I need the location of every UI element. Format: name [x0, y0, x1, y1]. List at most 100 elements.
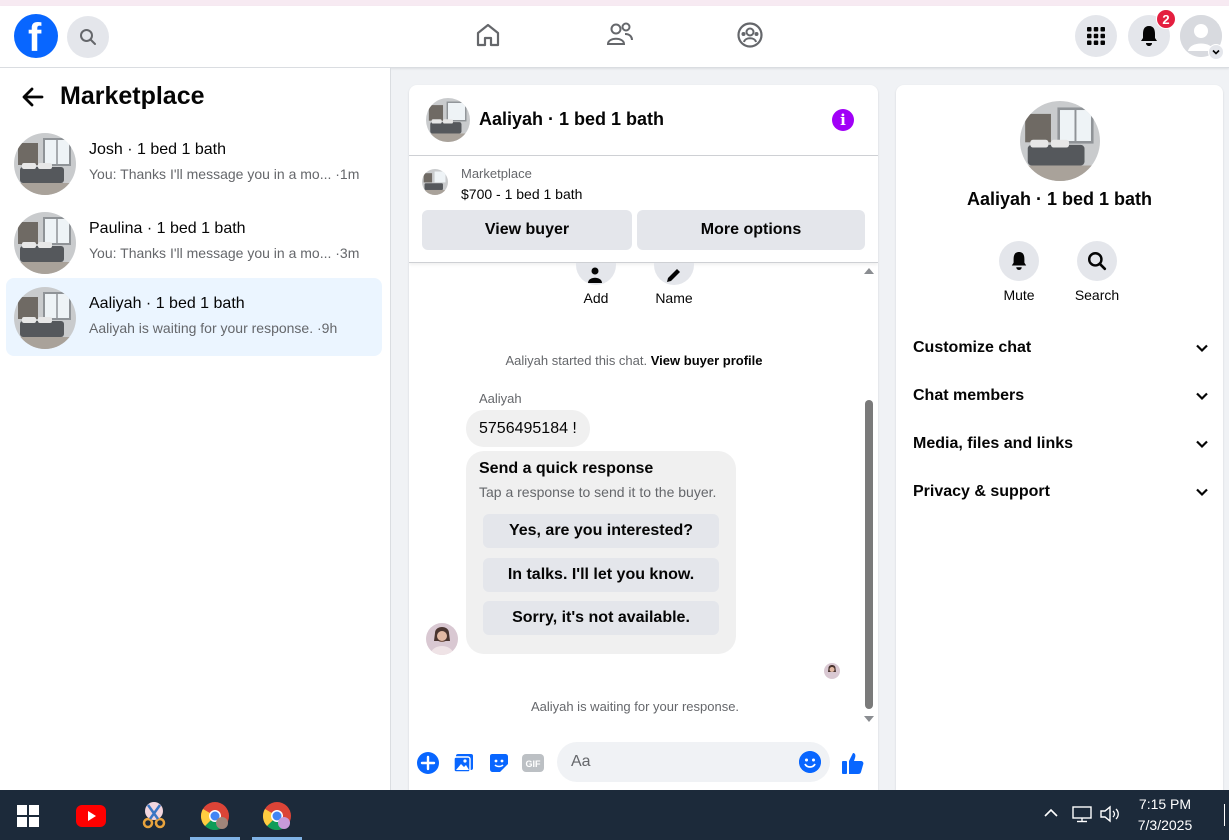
menu-button[interactable]	[1075, 15, 1117, 57]
section-media-files-links[interactable]: Media, files and links	[913, 429, 1209, 459]
section-customize-chat[interactable]: Customize chat	[913, 333, 1209, 363]
youtube-app[interactable]	[75, 800, 107, 832]
quick-response-option[interactable]: In talks. I'll let you know.	[483, 558, 719, 592]
snipping-tool-app[interactable]	[138, 800, 170, 832]
search-icon	[80, 29, 96, 45]
chat-avatar[interactable]	[426, 98, 470, 142]
back-arrow-icon[interactable]	[20, 84, 46, 110]
chevron-down-icon	[1196, 392, 1208, 401]
marketplace-inbox-sidebar: Marketplace Josh · 1 bed 1 bath You: Tha…	[0, 68, 391, 790]
add-person-icon	[588, 267, 602, 283]
conversation-title: Josh · 1 bed 1 bath	[89, 141, 226, 158]
chrome-icon	[263, 802, 291, 831]
listing-avatar	[14, 287, 76, 349]
chrome-app-2[interactable]	[261, 800, 293, 832]
facebook-logo[interactable]: f	[14, 14, 58, 60]
youtube-icon	[76, 805, 106, 827]
add-action[interactable]: Add	[566, 263, 626, 306]
section-chat-members[interactable]: Chat members	[913, 381, 1209, 411]
listing-price[interactable]: $700 - 1 bed 1 bath	[461, 186, 582, 202]
details-title: Aaliyah · 1 bed 1 bath	[966, 189, 1153, 209]
name-action[interactable]: Name	[644, 263, 704, 306]
conversation-item-josh[interactable]: Josh · 1 bed 1 bath You: Thanks I'll mes…	[6, 124, 382, 202]
clock-time: 7:15 PM	[1138, 796, 1192, 812]
scroll-down-arrow[interactable]	[864, 716, 874, 722]
scissors-icon	[142, 802, 166, 829]
network-icon[interactable]	[1071, 805, 1093, 823]
conversation-item-paulina[interactable]: Paulina · 1 bed 1 bath You: Thanks I'll …	[6, 203, 382, 281]
quick-response-subtitle: Tap a response to send it to the buyer.	[479, 484, 717, 500]
gif-icon: GIF	[522, 754, 544, 772]
chat-details-panel: Aaliyah · 1 bed 1 bath Mute Search Custo…	[896, 85, 1223, 790]
quick-response-option[interactable]: Sorry, it's not available.	[483, 601, 719, 635]
scroll-up-arrow[interactable]	[864, 268, 874, 274]
chrome-icon	[201, 802, 229, 831]
friends-tab[interactable]	[605, 20, 635, 50]
chevron-down-icon	[1196, 440, 1208, 449]
thread-scrollbar[interactable]	[862, 263, 874, 726]
section-privacy-support[interactable]: Privacy & support	[913, 477, 1209, 507]
mute-action[interactable]: Mute	[989, 241, 1049, 303]
listing-thumbnail[interactable]	[422, 169, 448, 195]
info-icon[interactable]: i	[832, 109, 854, 131]
account-dropdown[interactable]	[1208, 44, 1224, 60]
scroll-thumb[interactable]	[865, 400, 873, 709]
view-buyer-button[interactable]: View buyer	[422, 210, 632, 250]
chat-header: Aaliyah · 1 bed 1 bath i	[409, 85, 878, 156]
chevron-down-icon	[1196, 344, 1208, 353]
quick-response-title: Send a quick response	[479, 460, 654, 477]
mute-label: Mute	[1003, 287, 1035, 303]
search-button[interactable]	[67, 16, 109, 58]
quick-response-option[interactable]: Yes, are you interested?	[483, 514, 719, 548]
clock-date: 7/3/2025	[1137, 817, 1193, 833]
bell-icon	[1141, 26, 1157, 46]
plus-circle-icon	[417, 752, 439, 774]
sticker-icon	[490, 754, 508, 772]
plus-button[interactable]	[416, 751, 440, 775]
sender-avatar[interactable]	[426, 623, 458, 655]
conversation-item-aaliyah[interactable]: Aaliyah · 1 bed 1 bath Aaliyah is waitin…	[6, 278, 382, 356]
listing-avatar	[14, 133, 76, 195]
listing-source-label: Marketplace	[461, 166, 532, 181]
volume-icon[interactable]	[1099, 805, 1121, 823]
message-thread: Add Name Aaliyah started this chat. View…	[409, 263, 878, 726]
windows-logo-icon	[17, 805, 39, 827]
chevron-down-icon	[1212, 49, 1220, 55]
chevron-up-icon[interactable]	[1043, 805, 1059, 821]
image-icon	[453, 754, 473, 773]
conversation-snippet: You: Thanks I'll message you in a mo... …	[89, 166, 360, 182]
groups-tab[interactable]	[735, 20, 765, 50]
chrome-app-1[interactable]	[199, 800, 231, 832]
show-desktop-button[interactable]	[1224, 804, 1229, 826]
page-title: Marketplace	[60, 82, 205, 110]
quick-response-card: Send a quick response Tap a response to …	[466, 451, 736, 654]
search-action[interactable]: Search	[1067, 241, 1127, 303]
gif-button[interactable]: GIF	[521, 751, 545, 775]
add-label: Add	[583, 290, 609, 306]
like-button[interactable]	[841, 751, 865, 775]
friends-icon	[606, 22, 633, 45]
waiting-notice: Aaliyah is waiting for your response.	[530, 699, 740, 714]
start-button[interactable]	[12, 800, 44, 832]
system-clock[interactable]: 7:15 PM 7/3/2025	[1120, 794, 1210, 836]
chat-panel: Aaliyah · 1 bed 1 bath i Marketplace $70…	[409, 85, 878, 790]
view-buyer-profile-link[interactable]: View buyer profile	[651, 353, 763, 368]
home-tab[interactable]	[473, 20, 503, 50]
details-avatar[interactable]	[1020, 101, 1100, 181]
chat-title[interactable]: Aaliyah · 1 bed 1 bath	[479, 109, 664, 130]
message-bubble[interactable]: 5756495184 !	[466, 410, 590, 447]
photo-button[interactable]	[452, 751, 476, 775]
search-label: Search	[1074, 287, 1120, 303]
sender-name: Aaliyah	[479, 391, 522, 406]
top-navigation-bar: f 2	[0, 6, 1229, 68]
conversation-title: Paulina · 1 bed 1 bath	[89, 220, 246, 237]
conversation-title: Aaliyah · 1 bed 1 bath	[89, 295, 245, 312]
notification-badge: 2	[1156, 9, 1176, 29]
message-input[interactable]	[557, 742, 830, 782]
sticker-button[interactable]	[487, 751, 511, 775]
emoji-icon[interactable]	[799, 751, 821, 773]
more-options-button[interactable]: More options	[637, 210, 865, 250]
svg-text:GIF: GIF	[526, 759, 542, 769]
groups-icon	[737, 22, 763, 48]
chat-started-notice: Aaliyah started this chat. View buyer pr…	[505, 353, 763, 368]
